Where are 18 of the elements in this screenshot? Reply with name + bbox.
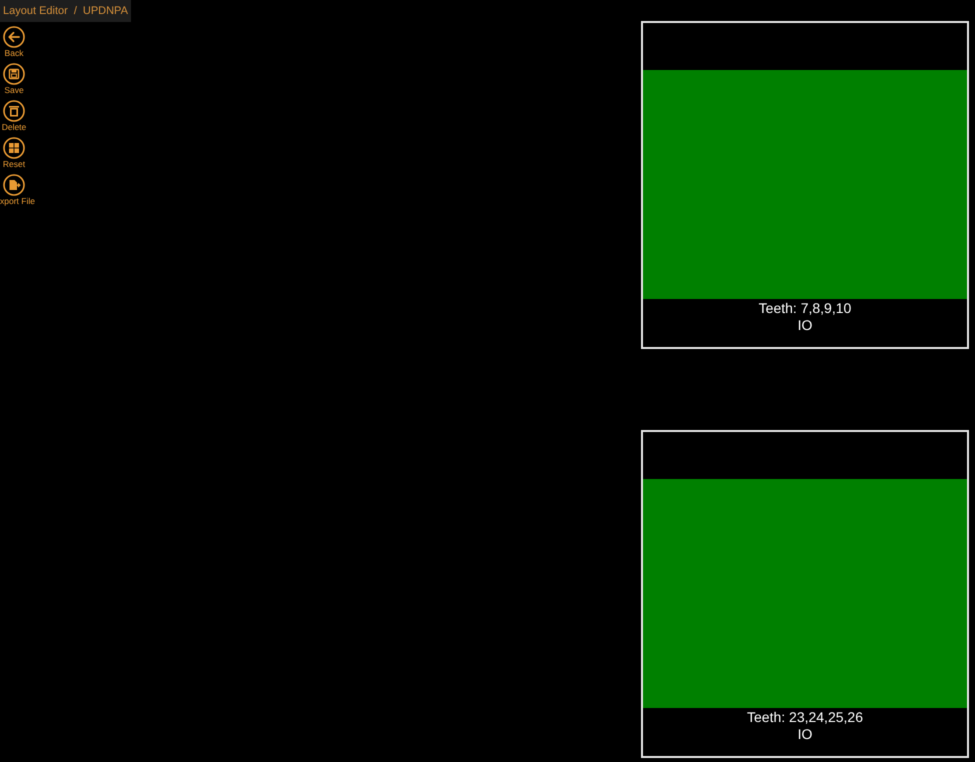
type-label: IO (798, 726, 812, 743)
toolbar-button[interactable]: Delete (0, 100, 28, 133)
layout-card[interactable]: Teeth: 7,8,9,10 IO (641, 21, 969, 349)
grid-icon (3, 137, 25, 159)
toolbar-button[interactable]: Back (0, 26, 28, 59)
toolbar-button[interactable]: Save (0, 63, 28, 96)
type-label: IO (798, 317, 812, 334)
layout-card[interactable]: Teeth: 23,24,25,26 IO (641, 430, 969, 758)
file-export-icon (3, 174, 25, 196)
breadcrumb-separator: / (74, 5, 77, 17)
floppy-disk-icon (3, 63, 25, 85)
teeth-label: Teeth: 23,24,25,26 (747, 709, 863, 726)
toolbar-button[interactable]: xport File (0, 174, 35, 207)
toolbar-button[interactable]: Reset (0, 137, 28, 170)
trash-can-icon (3, 100, 25, 122)
teeth-label: Teeth: 7,8,9,10 (758, 300, 852, 317)
breadcrumb-link[interactable]: Layout Editor (3, 5, 68, 17)
breadcrumb-link[interactable]: UPDNPA (82, 5, 128, 17)
